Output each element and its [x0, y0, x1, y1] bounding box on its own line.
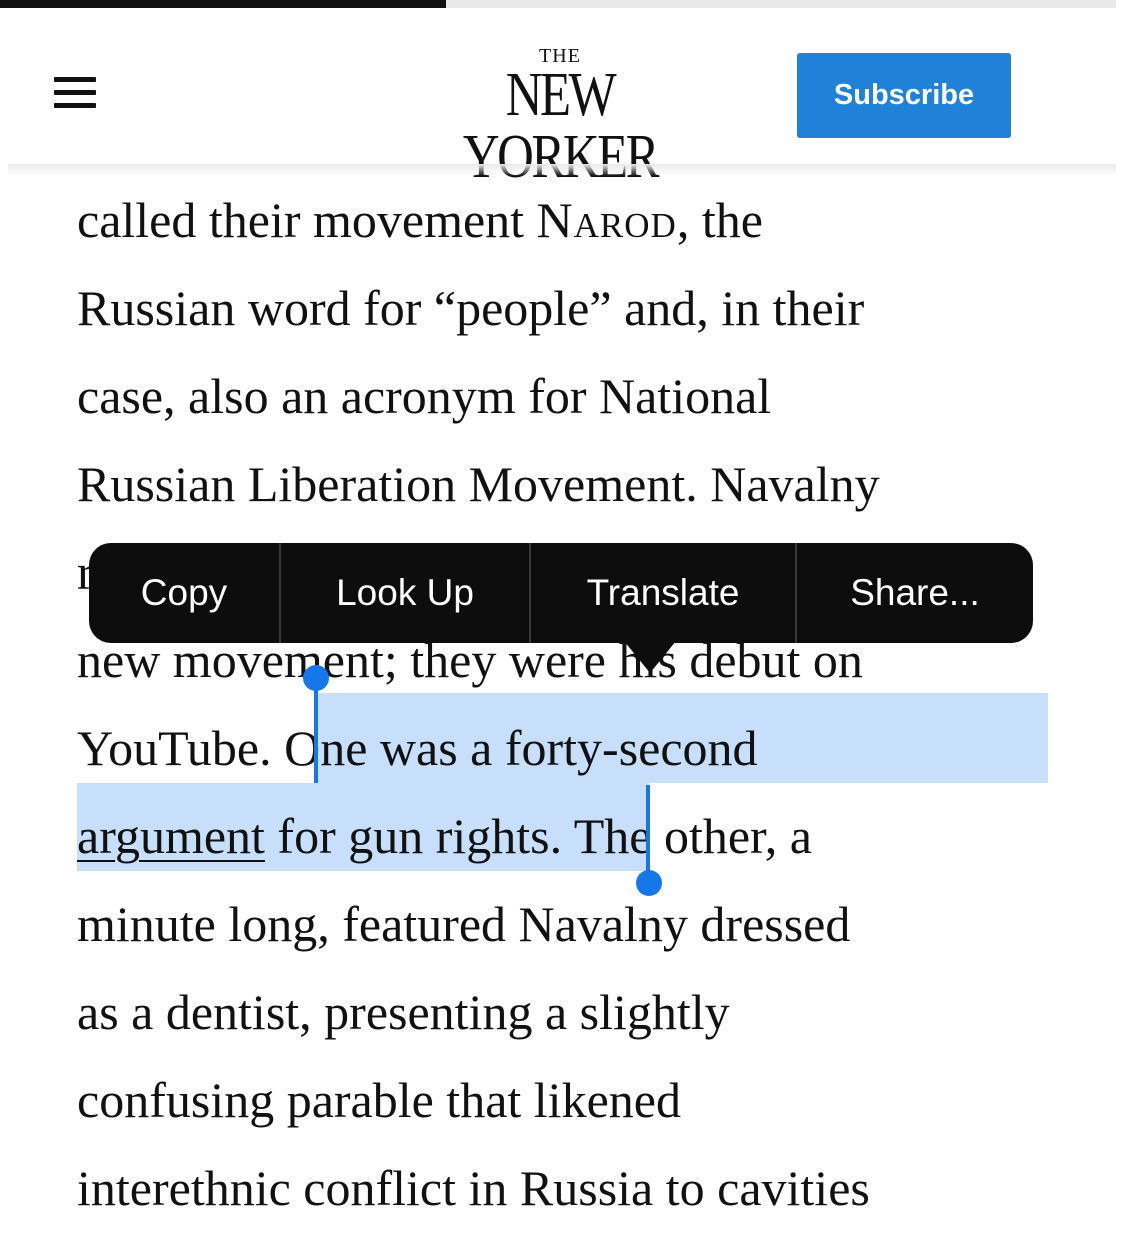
- context-menu-share[interactable]: Share...: [797, 543, 1033, 643]
- article-line: Russian Liberation Movement. Navalny: [77, 456, 880, 512]
- article-line[interactable]: argument for gun rights. The other, a: [77, 792, 812, 880]
- selected-text: One was a forty-second: [284, 720, 758, 776]
- context-menu-pointer: [624, 641, 676, 673]
- article-line: as a dentist, presenting a slightly: [77, 984, 730, 1040]
- reading-progress-fill: [0, 0, 447, 8]
- site-header: THE NEW YORKER Subscribe: [0, 8, 1116, 188]
- article-line: minute long, featured Navalny dressed: [77, 896, 851, 952]
- article-link-argument[interactable]: argument: [77, 808, 265, 864]
- selection-start-caret[interactable]: [314, 683, 318, 783]
- article-line: confusing parable that likened: [77, 1072, 681, 1128]
- article-line: Russian word for “people” and, in their: [77, 280, 865, 336]
- article-line: called their movement Narod, the: [77, 192, 763, 248]
- context-menu-look-up[interactable]: Look Up: [281, 543, 529, 643]
- article-line[interactable]: YouTube. One was a forty-second: [77, 704, 758, 792]
- selection-end-handle[interactable]: [636, 870, 662, 896]
- article-line: interethnic conflict in Russia to caviti…: [77, 1160, 870, 1216]
- subscribe-button[interactable]: Subscribe: [797, 53, 1011, 138]
- article-line: case, also an acronym for National: [77, 368, 772, 424]
- selection-end-caret[interactable]: [646, 785, 650, 881]
- reading-progress-bar: [0, 0, 1116, 8]
- selected-text: for gun rights: [264, 808, 550, 864]
- header-shadow: [8, 164, 1116, 176]
- text-selection-context-menu: Copy Look Up Translate Share...: [89, 543, 1033, 673]
- hamburger-menu-icon[interactable]: [52, 74, 100, 114]
- context-menu-translate[interactable]: Translate: [531, 543, 795, 643]
- context-menu-copy[interactable]: Copy: [89, 543, 279, 643]
